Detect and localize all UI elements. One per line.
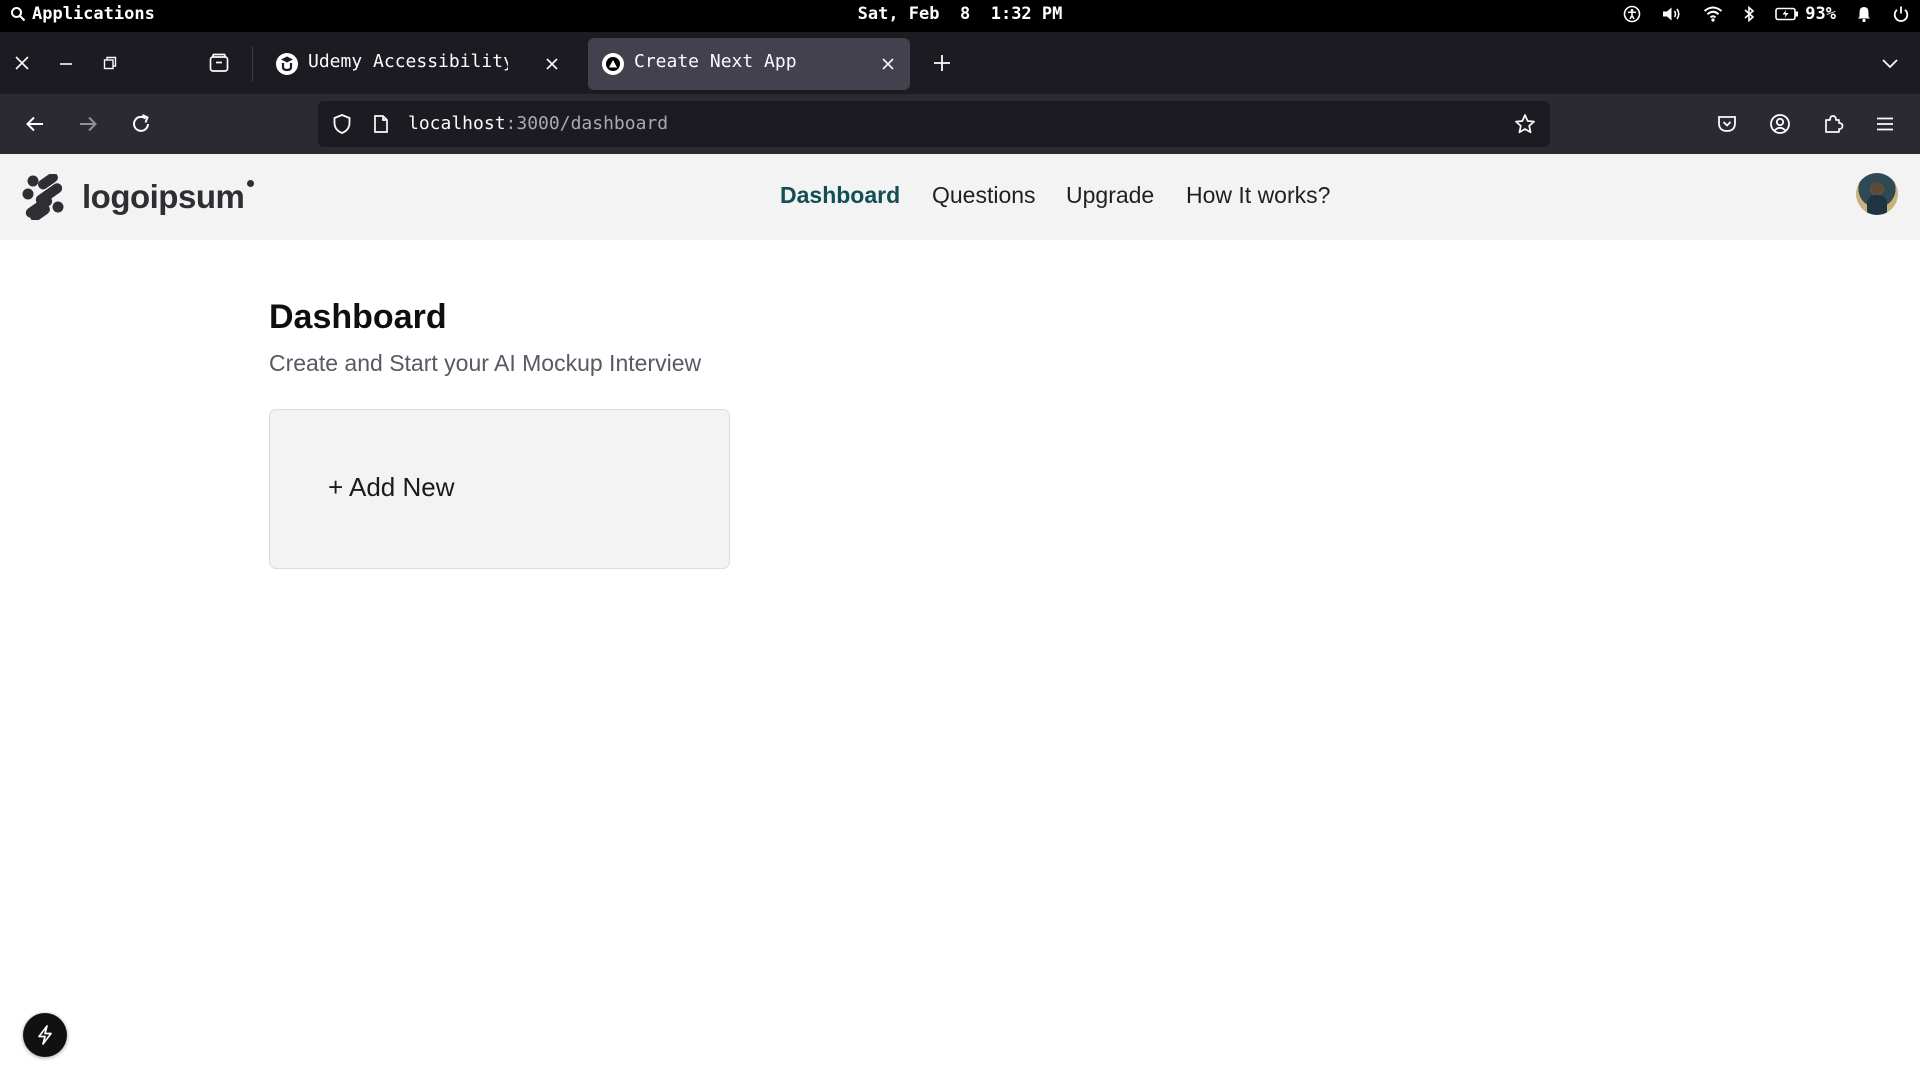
arrow-left-icon (26, 116, 43, 132)
account-button[interactable] (1764, 108, 1796, 140)
avatar-head-shape (1871, 182, 1883, 195)
chevron-down-icon (1882, 59, 1898, 69)
logo-registered-dot (247, 180, 255, 187)
address-bar[interactable]: localhost:3000/dashboard (318, 101, 1550, 147)
nextjs-triangle-icon (602, 53, 624, 75)
close-icon (546, 58, 558, 70)
browser-toolbar: localhost:3000/dashboard (0, 94, 1920, 154)
window-close-button[interactable] (8, 49, 36, 77)
plus-icon (934, 55, 950, 71)
page-info-icon[interactable] (370, 113, 392, 135)
pocket-button[interactable] (1711, 108, 1743, 140)
reload-button[interactable] (125, 108, 157, 140)
url-path: :3000/dashboard (505, 113, 669, 134)
url-text[interactable]: localhost:3000/dashboard (408, 113, 668, 134)
tab-create-next-app[interactable]: Create Next App (588, 38, 910, 90)
forward-button[interactable] (72, 108, 104, 140)
site-logo[interactable]: logoipsum (20, 174, 255, 220)
nextjs-dev-tools-button[interactable] (23, 1013, 67, 1057)
reload-icon (133, 114, 149, 132)
puzzle-icon (1825, 115, 1844, 133)
nav-dashboard[interactable]: Dashboard (780, 182, 900, 209)
tab-separator (252, 46, 253, 82)
arrow-right-icon (80, 116, 97, 132)
dashboard-main: Dashboard Create and Start your AI Mocku… (269, 298, 701, 376)
firefox-view-icon (209, 53, 229, 72)
firefox-view-button[interactable] (205, 49, 233, 77)
volume-icon[interactable] (1661, 5, 1683, 23)
nav-questions[interactable]: Questions (932, 182, 1036, 209)
lightning-icon (38, 1025, 52, 1045)
hamburger-menu-icon (1877, 117, 1893, 131)
system-top-bar: Applications Sat, Feb 8 1:32 PM 93% (0, 0, 1920, 32)
logo-text: logoipsum (82, 178, 245, 215)
site-header: logoipsum Dashboard Questions Upgrade Ho… (0, 154, 1920, 240)
window-restore-button[interactable] (96, 49, 124, 77)
clock-day[interactable]: 8 (960, 4, 970, 24)
add-new-label: + Add New (328, 472, 455, 502)
accessibility-icon[interactable] (1623, 5, 1641, 23)
bookmark-star-icon[interactable] (1514, 113, 1536, 135)
url-host: localhost (408, 113, 506, 134)
extensions-button[interactable] (1817, 108, 1849, 140)
back-button[interactable] (19, 108, 51, 140)
applications-menu[interactable]: Applications (10, 4, 155, 24)
battery-charging-icon (1775, 7, 1799, 21)
battery-indicator[interactable]: 93% (1775, 4, 1836, 24)
close-icon (882, 58, 894, 70)
system-tray: 93% (1623, 4, 1910, 24)
close-icon (15, 56, 29, 70)
tab-close-button[interactable] (878, 54, 898, 74)
clock-date[interactable]: Sat, Feb (858, 4, 940, 24)
logoipsum-mark-icon (22, 174, 64, 220)
browser-tab-strip: Udemy Accessibility Sta Create Next App (0, 32, 1920, 94)
tab-title: Create Next App (634, 51, 797, 72)
logo-wordmark: logoipsum (82, 178, 255, 216)
wifi-icon[interactable] (1703, 5, 1723, 23)
page-subtitle: Create and Start your AI Mockup Intervie… (269, 350, 702, 376)
applications-label: Applications (32, 4, 155, 24)
shield-icon[interactable] (331, 113, 353, 135)
udemy-icon (276, 53, 298, 75)
power-icon[interactable] (1892, 5, 1910, 23)
tab-udemy[interactable]: Udemy Accessibility Sta (262, 38, 572, 90)
add-new-interview-card[interactable]: + Add New (269, 409, 730, 569)
minimize-icon (60, 63, 72, 65)
search-icon (11, 7, 26, 22)
clock-time[interactable]: 1:32 PM (991, 4, 1063, 24)
notification-bell-icon[interactable] (1856, 5, 1872, 23)
tab-close-button[interactable] (542, 54, 562, 74)
battery-percent: 93% (1805, 4, 1836, 24)
window-minimize-button[interactable] (52, 49, 80, 77)
bluetooth-icon[interactable] (1743, 5, 1755, 23)
avatar-body-shape (1867, 195, 1887, 215)
app-menu-button[interactable] (1869, 108, 1901, 140)
list-all-tabs-button[interactable] (1876, 49, 1904, 77)
page-title: Dashboard (269, 298, 447, 336)
account-icon (1770, 114, 1790, 134)
tab-title: Udemy Accessibility Sta (308, 51, 508, 72)
user-avatar[interactable] (1856, 173, 1898, 215)
new-tab-button[interactable] (928, 49, 956, 77)
nav-upgrade[interactable]: Upgrade (1066, 182, 1154, 209)
restore-icon (103, 56, 117, 70)
pocket-icon (1718, 116, 1736, 132)
nav-how-it-works[interactable]: How It works? (1186, 182, 1330, 209)
